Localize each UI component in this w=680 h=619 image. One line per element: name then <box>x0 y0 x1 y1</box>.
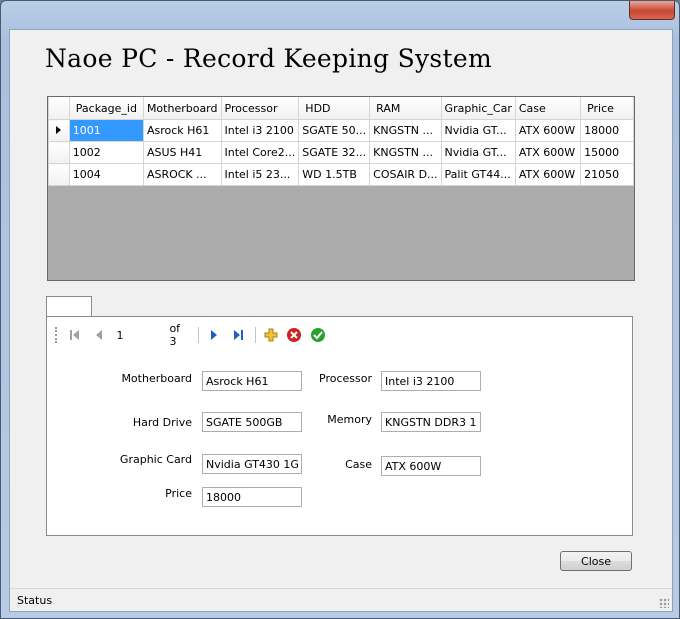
grid-cell[interactable]: KNGSTN ... <box>369 141 442 164</box>
add-icon[interactable] <box>262 326 280 344</box>
row-header[interactable] <box>48 163 70 186</box>
grid-cell[interactable]: 15000 <box>580 141 634 164</box>
table-row[interactable]: 1002 ASUS H41 Intel Core2... SGATE 32...… <box>48 141 634 164</box>
details-tab-panel: of 3 Motherboard <box>46 316 633 536</box>
grid-cell[interactable]: Asrock H61 <box>142 119 222 142</box>
grid-cell[interactable]: Nvidia GT... <box>440 141 516 164</box>
close-button[interactable]: Close <box>560 551 632 571</box>
records-grid[interactable]: Package_id Motherboard Processor HDD RAM… <box>47 96 635 281</box>
grid-cell[interactable]: Nvidia GT... <box>440 119 516 142</box>
delete-icon[interactable] <box>285 326 303 344</box>
column-header-package-id[interactable]: Package_id <box>68 97 144 120</box>
grid-cell[interactable]: 1001 <box>68 119 144 142</box>
row-header[interactable] <box>48 141 70 164</box>
grid-cell[interactable]: WD 1.5TB <box>298 163 371 186</box>
processor-field[interactable] <box>381 371 481 391</box>
grid-cell[interactable]: ATX 600W <box>514 163 582 186</box>
grid-cell[interactable]: SGATE 50... <box>298 119 371 142</box>
grid-cell[interactable]: 18000 <box>580 119 634 142</box>
toolbar-grip[interactable] <box>55 327 60 343</box>
toolbar-separator <box>254 327 256 343</box>
grid-cell[interactable]: Intel i5 23... <box>220 163 300 186</box>
grid-cell[interactable]: 1002 <box>68 141 144 164</box>
grid-cell[interactable]: ASUS H41 <box>142 141 222 164</box>
column-header-graphic-card[interactable]: Graphic_Car <box>440 97 516 120</box>
grid-cell[interactable]: SGATE 32... <box>298 141 371 164</box>
grid-cell[interactable]: 1004 <box>68 163 144 186</box>
column-header-hdd[interactable]: HDD <box>298 97 371 120</box>
save-icon[interactable] <box>309 326 327 344</box>
binding-navigator: of 3 <box>55 322 333 348</box>
column-header-processor[interactable]: Processor <box>220 97 300 120</box>
graphic-card-label: Graphic Card <box>119 453 192 466</box>
current-row-indicator-icon[interactable] <box>48 119 70 142</box>
row-header-corner[interactable] <box>48 97 70 120</box>
column-header-price[interactable]: Price <box>580 97 634 120</box>
memory-label: Memory <box>327 413 372 426</box>
grid-cell[interactable]: COSAIR D... <box>369 163 442 186</box>
status-text: Status <box>17 594 53 607</box>
records-table: Package_id Motherboard Processor HDD RAM… <box>48 97 634 186</box>
resize-grip-icon[interactable] <box>659 598 669 608</box>
application-window: Naoe PC - Record Keeping System Package_… <box>0 0 680 619</box>
grid-cell[interactable]: ATX 600W <box>514 119 582 142</box>
toolbar-separator <box>198 327 200 343</box>
grid-header-row: Package_id Motherboard Processor HDD RAM… <box>48 97 634 120</box>
grid-cell[interactable]: ASROCK ... <box>142 163 222 186</box>
move-first-icon[interactable] <box>66 326 84 344</box>
grid-cell[interactable]: Intel i3 2100 <box>220 119 300 142</box>
position-input[interactable] <box>113 326 164 344</box>
page-title: Naoe PC - Record Keeping System <box>45 44 493 73</box>
client-area: Naoe PC - Record Keeping System Package_… <box>9 29 673 612</box>
grid-cell[interactable]: Intel Core2... <box>220 141 300 164</box>
case-label: Case <box>345 458 372 471</box>
tab-details[interactable] <box>46 296 92 318</box>
title-bar[interactable] <box>1 1 679 29</box>
status-bar: Status <box>10 588 672 611</box>
memory-field[interactable] <box>381 412 481 432</box>
grid-cell[interactable]: 21050 <box>580 163 634 186</box>
case-field[interactable] <box>381 456 481 476</box>
move-previous-icon[interactable] <box>90 326 108 344</box>
move-next-icon[interactable] <box>205 326 223 344</box>
motherboard-field[interactable] <box>202 371 302 391</box>
grid-cell[interactable]: Palit GT44... <box>440 163 516 186</box>
move-last-icon[interactable] <box>229 326 247 344</box>
graphic-card-field[interactable] <box>202 454 302 474</box>
processor-label: Processor <box>319 372 372 385</box>
table-row[interactable]: 1001 Asrock H61 Intel i3 2100 SGATE 50..… <box>48 119 634 142</box>
column-header-case[interactable]: Case <box>514 97 582 120</box>
table-row[interactable]: 1004 ASROCK ... Intel i5 23... WD 1.5TB … <box>48 163 634 186</box>
record-count-label: of 3 <box>169 322 181 348</box>
price-field[interactable] <box>202 487 302 507</box>
hard-drive-field[interactable] <box>202 412 302 432</box>
column-header-motherboard[interactable]: Motherboard <box>142 97 222 120</box>
price-label: Price <box>165 487 192 500</box>
hard-drive-label: Hard Drive <box>132 416 192 429</box>
motherboard-label: Motherboard <box>121 372 192 385</box>
grid-cell[interactable]: KNGSTN ... <box>369 119 442 142</box>
column-header-ram[interactable]: RAM <box>369 97 442 120</box>
window-close-button[interactable] <box>629 1 675 20</box>
grid-cell[interactable]: ATX 600W <box>514 141 582 164</box>
